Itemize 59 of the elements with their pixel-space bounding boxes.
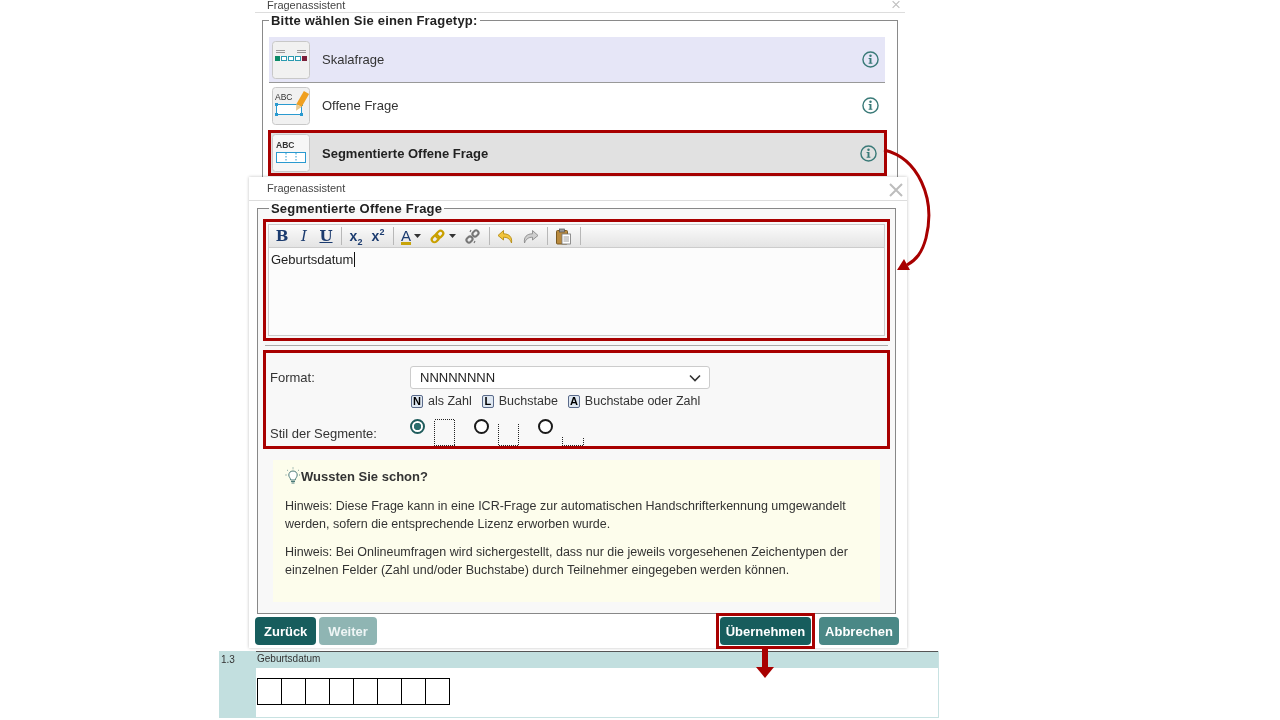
question-type-item[interactable]: Skalafrage [269,37,885,83]
text-editor-field[interactable]: Geburtsdatum [268,248,885,336]
scale-icon [272,40,310,79]
section-legend: Bitte wählen Sie einen Fragetyp: [269,13,480,28]
answer-box [329,678,354,705]
answer-box [257,678,282,705]
underline-button[interactable]: U [316,226,336,246]
back-button[interactable]: Zurück [255,617,317,645]
broken-link-icon [464,227,481,245]
dialog-title: Fragenassistent [267,183,346,194]
tip-text: Hinweis: Diese Frage kann in eine ICR-Frage zur automatischen Handschrifterkennung umgewandelt werden, sofern die entsprechende Lizenz erworben wurde. [285,498,847,533]
redo-icon [522,227,539,245]
format-key: N [411,394,423,408]
abc-segments-icon: ABC [272,134,310,172]
radio-button[interactable] [410,419,425,434]
subscript-button[interactable]: x$_{2}$ [346,226,366,246]
tip-text: Hinweis: Bei Onlineumfragen wird sichergestellt, dass nur die jeweils vorgesehenen Zeichentypen der einzelnen Felder (Zahl und/oder Buchstabe) durch Teilnehmer eingegeben werden können. [285,544,849,579]
bold-button[interactable]: B [272,226,292,246]
answer-box [281,678,306,705]
section-legend: Segmentierte Offene Frage [269,201,445,216]
answer-box [353,678,378,705]
format-label: Format: [270,370,316,385]
answer-box [377,678,402,705]
cancel-button[interactable]: Abbrechen [819,617,899,645]
info-icon[interactable] [860,144,877,162]
info-icon[interactable] [862,97,879,114]
answer-box [401,678,426,705]
radio-button[interactable] [474,419,489,434]
format-key-label: als Zahl [428,394,472,408]
format-key: A [567,394,580,408]
abc-pencil-icon: ABC [272,86,310,125]
text-cursor [354,252,356,267]
chevron-down-icon [689,373,701,382]
caret-icon [414,234,421,238]
format-key: L [481,394,494,408]
font-color-button[interactable]: A [398,226,424,246]
answer-box [305,678,330,705]
question-text: Geburtsdatum [257,653,321,664]
clipboard-icon [555,227,572,245]
style-label: Stil der Segmente: [270,426,378,441]
dotted-open-box-icon [498,424,519,446]
question-type-item[interactable]: ABC Segmentierte Offene Frage [268,130,887,176]
superscript-button[interactable]: x$^{2}$ [368,226,388,246]
undo-icon [497,227,514,245]
radio-button[interactable] [538,419,553,434]
info-icon[interactable] [862,51,879,68]
italic-button[interactable]: I [294,226,314,246]
dialog-title: Fragenassistent [267,0,346,11]
caret-icon [449,234,456,238]
answer-box [425,678,450,705]
chain-link-icon [429,227,446,245]
tip-title: Wussten Sie schon? [301,469,428,485]
format-key-label: Buchstabe [498,394,558,408]
apply-button[interactable]: Übernehmen [719,617,812,645]
lightbulb-icon [285,467,301,485]
format-key-label: Buchstabe oder Zahl [584,394,701,408]
format-select[interactable]: NNNNNNNN [410,366,710,389]
question-number: 1.3 [221,654,235,665]
dotted-box-icon [434,419,455,446]
